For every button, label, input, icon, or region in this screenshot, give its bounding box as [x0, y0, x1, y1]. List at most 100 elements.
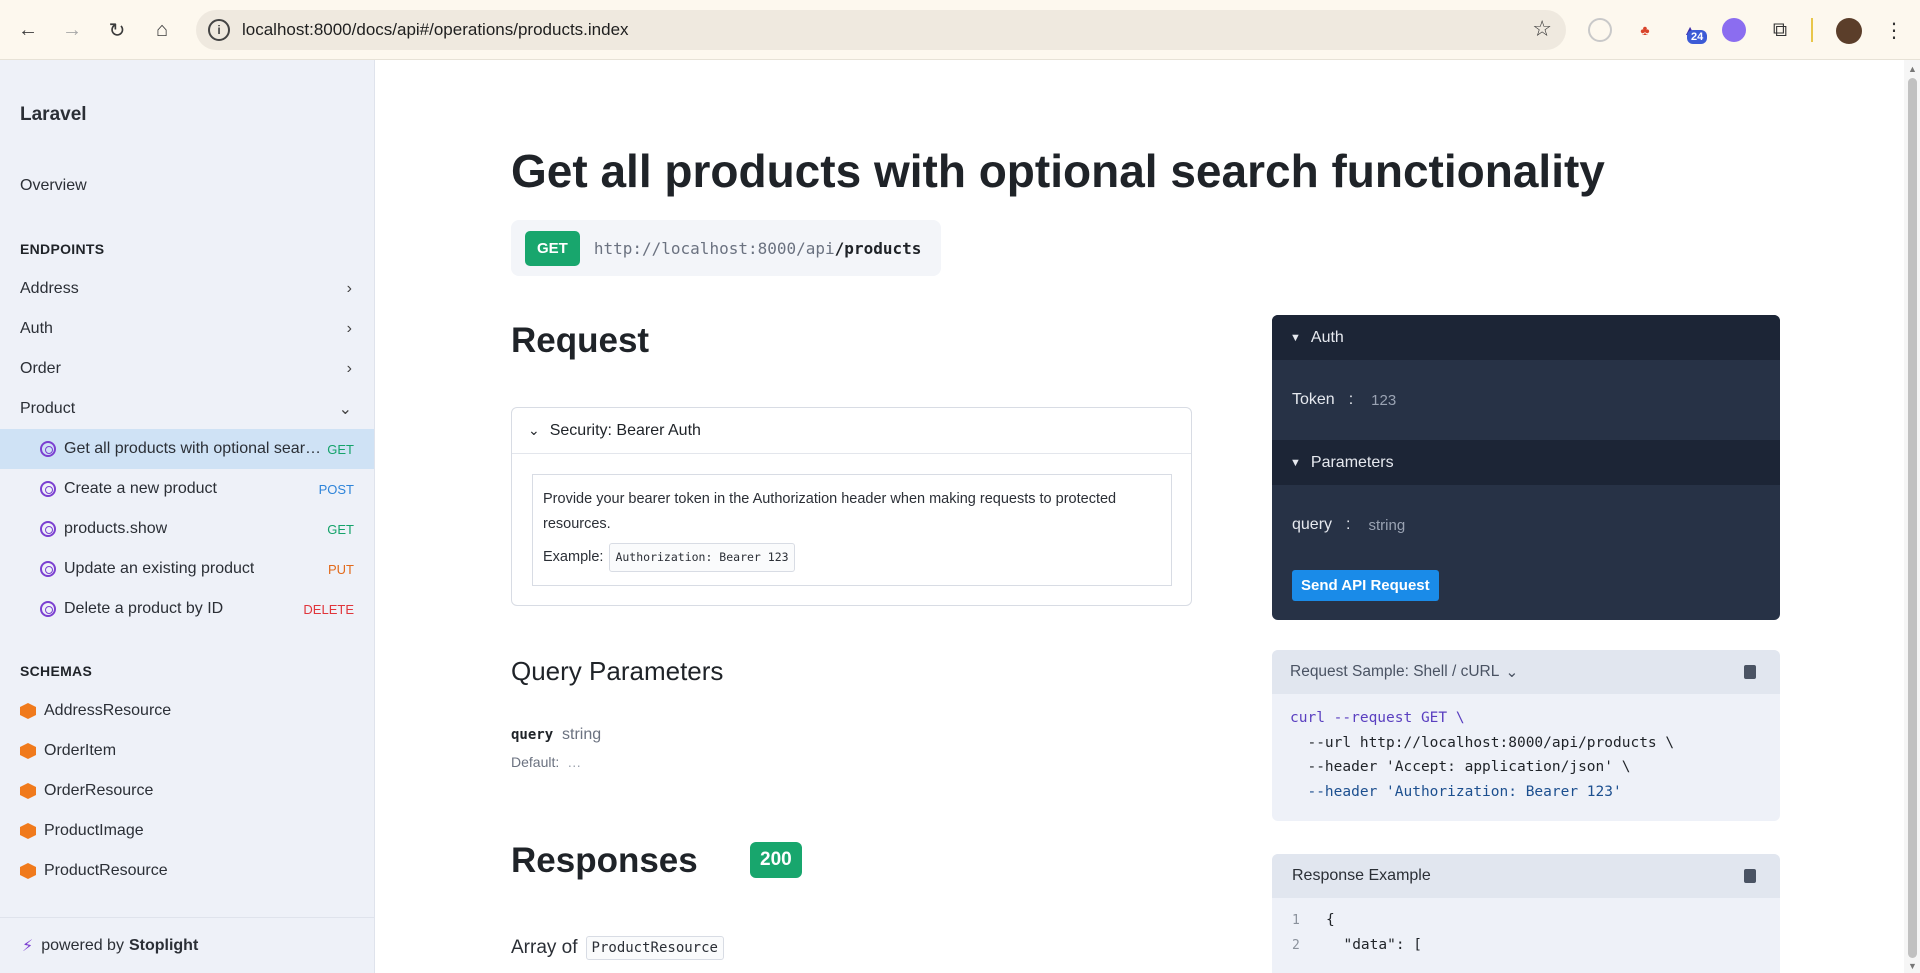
separator: :	[1348, 391, 1354, 408]
endpoints-heading: ENDPOINTS	[20, 241, 105, 257]
sidebar-group-order[interactable]: Order ›	[0, 349, 374, 389]
reload-icon[interactable]: ↻	[101, 14, 133, 46]
sidebar-schema-item[interactable]: ProductResource	[0, 851, 374, 891]
extension-icon[interactable]	[1722, 18, 1746, 42]
copy-icon[interactable]	[1744, 869, 1756, 883]
responses-heading: Responses	[511, 841, 698, 880]
extension-badge: 24	[1687, 30, 1708, 44]
send-api-request-button[interactable]: Send API Request	[1292, 570, 1439, 601]
chevron-down-icon: ⌄	[338, 401, 352, 418]
sidebar-schema-item[interactable]: ProductImage	[0, 811, 374, 851]
chevron-right-icon: ›	[346, 320, 352, 337]
parameters-section-toggle[interactable]: ▼ Parameters	[1272, 440, 1780, 485]
language-selector[interactable]: Request Sample: Shell / cURL	[1290, 663, 1499, 681]
site-info-icon[interactable]: i	[208, 19, 230, 41]
request-heading: Request	[511, 321, 650, 360]
extensions-puzzle-icon[interactable]: ⧉	[1768, 18, 1792, 42]
scroll-down-icon[interactable]: ▼	[1908, 961, 1917, 971]
request-sample-header: Request Sample: Shell / cURL ⌄	[1272, 650, 1780, 694]
response-body-type: Array of ProductResource	[511, 936, 724, 960]
token-label: Token	[1292, 391, 1335, 408]
auth-heading: Auth	[1310, 328, 1344, 346]
token-row: Token : 123	[1272, 360, 1780, 440]
caret-down-icon: ▼	[1290, 331, 1301, 344]
copy-icon[interactable]	[1744, 665, 1756, 679]
scrollbar-thumb[interactable]	[1908, 78, 1917, 958]
query-param-name: query	[511, 727, 554, 743]
chevron-right-icon: ›	[346, 360, 352, 377]
response-example-title: Response Example	[1292, 867, 1431, 884]
schema-link[interactable]: ProductResource	[585, 936, 724, 960]
forward-icon[interactable]: →	[56, 14, 88, 46]
sidebar-item-label: ProductResource	[44, 862, 168, 879]
token-input[interactable]: 123	[1371, 392, 1396, 409]
query-params-heading: Query Parameters	[511, 656, 724, 686]
code-line: --header 'Authorization: Bearer 123'	[1290, 783, 1622, 800]
cube-icon	[20, 823, 36, 839]
profile-avatar[interactable]	[1836, 18, 1862, 44]
example-label: Example:	[543, 549, 604, 565]
sidebar-group-product[interactable]: Product ⌄	[0, 389, 374, 429]
auth-section-toggle[interactable]: ▼ Auth	[1272, 315, 1780, 360]
sidebar-op-label: Delete a product by ID	[64, 600, 224, 617]
query-param-default: Default:…	[511, 754, 581, 770]
sidebar-op-update-product[interactable]: Update an existing product PUT	[0, 549, 374, 589]
sidebar-item-overview[interactable]: Overview	[0, 166, 374, 206]
extension-icon[interactable]	[1588, 18, 1612, 42]
line-number: 2	[1292, 938, 1300, 953]
browser-toolbar: ← → ↻ ⌂ i localhost:8000/docs/api#/opera…	[0, 0, 1920, 60]
bookmark-star-icon[interactable]: ☆	[1532, 16, 1552, 42]
scroll-up-icon[interactable]: ▲	[1908, 64, 1917, 74]
code-line: 2 "data": [	[1292, 933, 1760, 958]
query-param-input[interactable]: string	[1368, 517, 1405, 534]
cube-icon	[20, 783, 36, 799]
method-badge: GET	[525, 230, 580, 266]
sidebar-group-address[interactable]: Address ›	[0, 269, 374, 309]
security-toggle[interactable]: ⌄ Security: Bearer Auth	[512, 408, 1191, 454]
sidebar-item-label: Order	[20, 360, 61, 377]
home-icon[interactable]: ⌂	[146, 14, 178, 46]
sidebar-op-products-show[interactable]: products.show GET	[0, 509, 374, 549]
example-value: Authorization: Bearer 123	[609, 543, 795, 572]
powered-by-link[interactable]: ⚡ powered by Stoplight	[0, 917, 374, 973]
method-badge: GET	[327, 521, 354, 537]
endpoint-url-bar: GET http://localhost:8000/api/products	[511, 220, 941, 276]
cube-icon	[20, 863, 36, 879]
sidebar-op-delete-product[interactable]: Delete a product by ID DELETE	[0, 589, 374, 629]
sidebar: Laravel Overview ENDPOINTS Address › Auth…	[0, 60, 375, 973]
method-badge: POST	[318, 481, 354, 497]
security-description: Provide your bearer token in the Authori…	[543, 491, 1117, 532]
extension-icon[interactable]: ♣	[1633, 18, 1657, 42]
endpoint-base-url: http://localhost:8000/api	[593, 238, 835, 258]
url-text[interactable]: localhost:8000/docs/api#/operations/prod…	[242, 20, 629, 40]
sidebar-item-label: Overview	[20, 177, 87, 194]
security-title: Security: Bearer Auth	[549, 421, 701, 439]
sidebar-schema-item[interactable]: OrderItem	[0, 731, 374, 771]
chevron-down-icon[interactable]: ⌄	[1505, 663, 1518, 682]
code-line: --url http://localhost:8000/api/products…	[1290, 734, 1675, 751]
address-bar[interactable]: i localhost:8000/docs/api#/operations/pr…	[196, 10, 1566, 50]
sidebar-item-label: Product	[20, 400, 76, 417]
operation-icon	[40, 601, 56, 617]
security-example: Example: Authorization: Bearer 123	[543, 543, 1161, 572]
parameters-heading: Parameters	[1310, 453, 1394, 471]
sidebar-schema-item[interactable]: AddressResource	[0, 691, 374, 731]
back-icon[interactable]: ←	[12, 14, 44, 46]
endpoint-route: /products	[834, 238, 922, 258]
method-badge: DELETE	[303, 601, 354, 617]
menu-kebab-icon[interactable]: ⋮	[1882, 18, 1906, 42]
array-of-label: Array of	[511, 937, 578, 958]
status-code-tab[interactable]: 200	[750, 842, 802, 878]
query-param-row: query : string	[1272, 485, 1780, 565]
page-scrollbar[interactable]: ▲ ▼	[1904, 60, 1920, 973]
sidebar-op-label: products.show	[64, 520, 168, 537]
sidebar-item-label: Auth	[20, 320, 53, 337]
sidebar-item-label: OrderResource	[44, 782, 154, 799]
sidebar-item-label: ProductImage	[44, 822, 144, 839]
chevron-down-icon: ⌄	[528, 422, 540, 438]
schemas-heading: SCHEMAS	[20, 663, 93, 679]
sidebar-group-auth[interactable]: Auth ›	[0, 309, 374, 349]
sidebar-schema-item[interactable]: OrderResource	[0, 771, 374, 811]
sidebar-op-products-index[interactable]: Get all products with optional search fu…	[0, 429, 374, 469]
sidebar-op-create-product[interactable]: Create a new product POST	[0, 469, 374, 509]
